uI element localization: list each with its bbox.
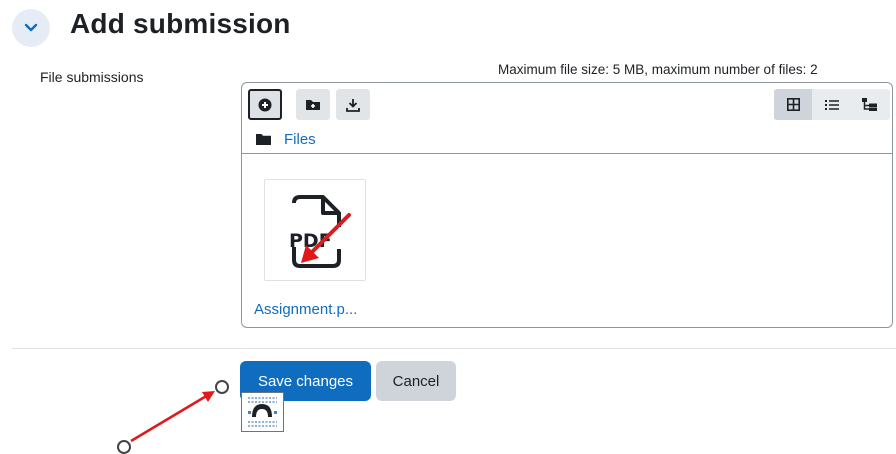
annotation-arrow-pdf <box>301 213 351 263</box>
annotation-overlay <box>117 213 351 454</box>
annotation-arrow-save <box>117 380 229 454</box>
